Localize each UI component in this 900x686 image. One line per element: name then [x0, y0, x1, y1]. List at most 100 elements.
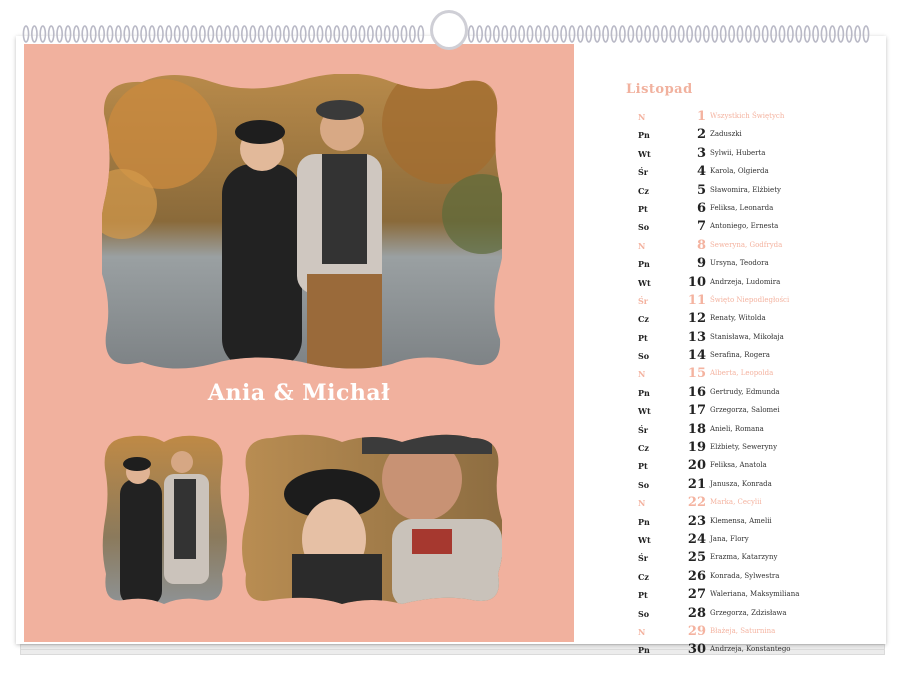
day-number: 24 — [687, 531, 706, 547]
day-row: Pn 30 Andrzeja, Konstantego — [638, 641, 888, 659]
name-day-text: Sylwii, Huberta — [710, 148, 766, 157]
name-day-text: Jana, Flory — [710, 534, 749, 543]
name-day-text: Feliksa, Anatola — [710, 461, 767, 470]
day-number: 19 — [687, 440, 706, 456]
day-number: 3 — [696, 145, 706, 161]
weekday-label: Cz — [638, 571, 649, 582]
name-day-text: Renaty, Witolda — [710, 314, 766, 323]
day-number: 18 — [687, 421, 706, 437]
weekday-label: Pn — [638, 645, 650, 656]
day-row: So 7 Antoniego, Ernesta — [638, 218, 888, 236]
day-number: 6 — [696, 200, 706, 216]
name-day-text: Erazma, Katarzyny — [710, 553, 778, 562]
day-number: 16 — [687, 384, 706, 400]
day-number: 27 — [687, 587, 706, 603]
day-number: 1 — [696, 109, 706, 124]
day-row: Pt 13 Stanisława, Mikołaja — [638, 329, 888, 347]
day-number: 28 — [687, 605, 706, 621]
weekday-label: N — [638, 626, 646, 637]
couple-name-title: Ania & Michał — [207, 380, 391, 406]
name-day-text: Grzegorza, Salomei — [710, 406, 780, 415]
day-number: 2 — [696, 127, 706, 143]
weekday-label: Śr — [638, 424, 648, 435]
day-number: 22 — [687, 495, 706, 511]
name-day-text: Anieli, Romana — [710, 424, 764, 433]
day-number: 20 — [687, 458, 706, 474]
day-row: Cz 19 Elżbiety, Seweryny — [638, 439, 888, 457]
day-row: So 28 Grzegorza, Zdzisława — [638, 605, 888, 623]
day-row: N 15 Alberta, Leopolda — [638, 365, 888, 383]
weekday-label: So — [638, 608, 650, 619]
name-day-text: Gertrudy, Edmunda — [710, 387, 780, 396]
weekday-label: So — [638, 222, 650, 233]
weekday-label: Cz — [638, 314, 649, 325]
name-day-text: Feliksa, Leonarda — [710, 203, 774, 212]
day-row: Wt 10 Andrzeja, Ludomira — [638, 274, 888, 292]
day-row: Śr 25 Erazma, Katarzyny — [638, 549, 888, 567]
calendar-sheet: Ania & Michał Listopad N 1 Wszystkich Św… — [16, 36, 886, 657]
name-day-text: Zaduszki — [710, 130, 742, 139]
name-day-text: Andrzeja, Konstantego — [710, 645, 791, 654]
day-row: Pt 20 Feliksa, Anatola — [638, 457, 888, 475]
small-couple-photo — [102, 434, 227, 606]
day-row: Wt 17 Grzegorza, Salomei — [638, 402, 888, 420]
day-number: 15 — [687, 366, 706, 382]
name-day-text: Konrada, Sylwestra — [710, 571, 780, 580]
name-day-text: Seweryna, Godfryda — [710, 240, 783, 249]
day-number: 14 — [687, 348, 706, 364]
day-row: Wt 3 Sylwii, Huberta — [638, 145, 888, 163]
name-day-text: Ursyna, Teodora — [710, 259, 769, 268]
day-row: Cz 26 Konrada, Sylwestra — [638, 568, 888, 586]
day-row: N 1 Wszystkich Świętych — [638, 108, 888, 126]
name-day-text: Waleriana, Maksymiliana — [710, 590, 800, 599]
day-row: Wt 24 Jana, Flory — [638, 531, 888, 549]
day-row: Śr 18 Anieli, Romana — [638, 421, 888, 439]
weekday-label: Pt — [638, 203, 648, 214]
name-day-text: Grzegorza, Zdzisława — [710, 608, 787, 617]
weekday-label: Cz — [638, 185, 649, 196]
weekday-label: So — [638, 351, 650, 362]
weekday-label: Pt — [638, 461, 648, 472]
name-day-text: Sławomira, Elżbiety — [710, 185, 781, 194]
name-day-text: Serafina, Rogera — [710, 351, 770, 360]
day-row: Śr 4 Karola, Olgierda — [638, 163, 888, 181]
day-row: Pn 16 Gertrudy, Edmunda — [638, 384, 888, 402]
day-row: So 21 Janusza, Konrada — [638, 476, 888, 494]
weekday-label: Wt — [638, 406, 651, 417]
day-number: 30 — [687, 642, 706, 658]
day-number: 23 — [687, 513, 706, 529]
hanger-hook — [430, 10, 468, 50]
weekday-label: N — [638, 240, 646, 251]
weekday-label: Cz — [638, 443, 649, 454]
month-title: Listopad — [626, 82, 693, 97]
day-number: 25 — [687, 550, 706, 566]
day-row: Pn 23 Klemensa, Amelii — [638, 513, 888, 531]
weekday-label: Śr — [638, 553, 648, 564]
weekday-label: Pt — [638, 590, 648, 601]
day-number: 29 — [687, 623, 706, 639]
weekday-label: N — [638, 112, 646, 122]
day-list: N 1 Wszystkich Świętych Pn 2 Zaduszki Wt 3 Sylwi… — [638, 108, 888, 660]
name-day-text: Andrzeja, Ludomira — [710, 277, 781, 286]
day-row: Pt 6 Feliksa, Leonarda — [638, 200, 888, 218]
day-number: 11 — [687, 292, 706, 308]
day-number: 26 — [687, 568, 706, 584]
day-number: 9 — [696, 256, 706, 272]
main-couple-photo — [102, 74, 502, 369]
name-day-text: Święto Niepodległości — [710, 295, 790, 304]
name-day-text: Wszystkich Świętych — [710, 112, 785, 120]
day-row: N 8 Seweryna, Godfryda — [638, 237, 888, 255]
day-row: Pn 9 Ursyna, Teodora — [638, 255, 888, 273]
day-row: Pn 2 Zaduszki — [638, 126, 888, 144]
day-number: 21 — [687, 476, 706, 492]
name-day-text: Alberta, Leopolda — [710, 369, 774, 378]
name-day-text: Karola, Olgierda — [710, 167, 769, 176]
weekday-label: Śr — [638, 167, 648, 178]
weekday-label: N — [638, 498, 646, 509]
day-row: Pt 27 Waleriana, Maksymiliana — [638, 586, 888, 604]
day-number: 8 — [696, 237, 706, 253]
day-number: 4 — [696, 164, 706, 180]
weekday-label: Wt — [638, 277, 651, 288]
weekday-label: Pn — [638, 259, 650, 270]
name-day-text: Janusza, Konrada — [710, 479, 772, 488]
